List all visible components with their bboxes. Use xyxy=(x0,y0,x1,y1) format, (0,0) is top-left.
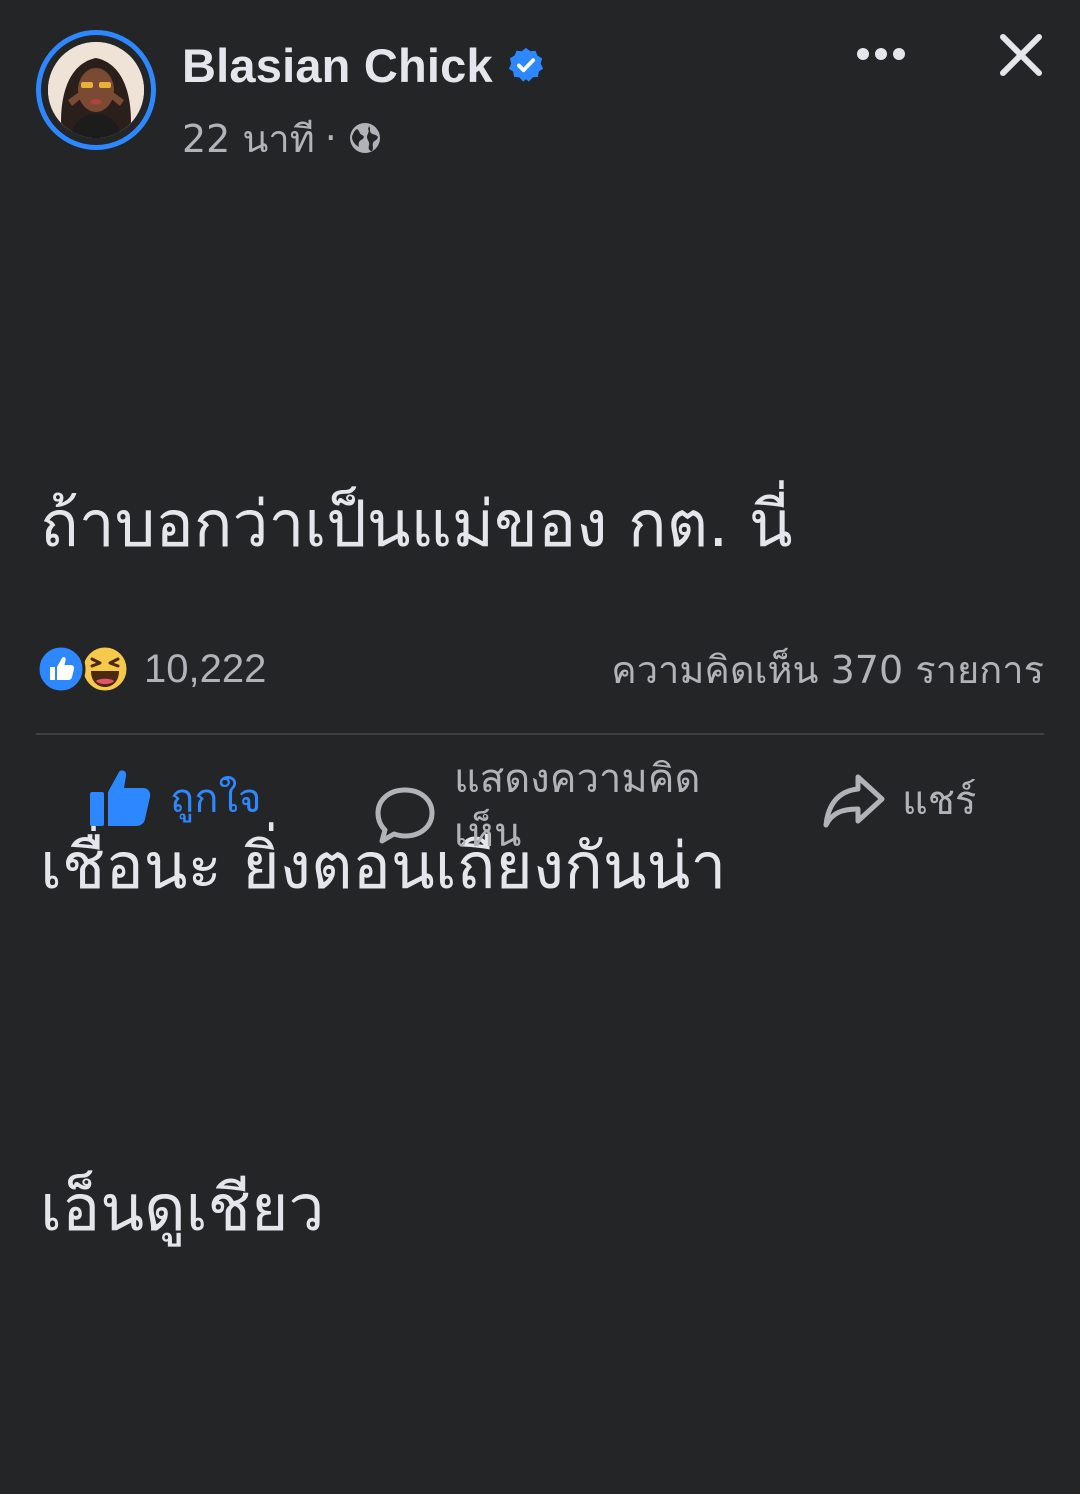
author-name[interactable]: Blasian Chick xyxy=(182,38,493,93)
author-row: Blasian Chick xyxy=(182,30,545,100)
like-label: ถูกใจ xyxy=(170,776,262,822)
share-label: แชร์ xyxy=(902,778,977,824)
post-card: Blasian Chick 22 นาที · ถ้าบอกว่าเป็นแม่… xyxy=(0,0,1080,1246)
like-button[interactable]: ถูกใจ xyxy=(88,766,261,830)
globe-icon xyxy=(349,123,380,153)
reaction-count: 10,222 xyxy=(144,646,267,691)
close-icon xyxy=(1000,34,1042,76)
like-reaction-icon xyxy=(36,644,86,694)
thumbs-up-icon xyxy=(90,770,151,826)
share-icon xyxy=(823,774,885,828)
share-button[interactable]: แชร์ xyxy=(822,768,976,832)
author-avatar[interactable] xyxy=(36,30,156,150)
post-text-line: ถ้าบอกว่าเป็นแม่ของ กต. นี่ xyxy=(40,488,793,562)
verified-badge-icon xyxy=(508,47,543,82)
avatar-image xyxy=(48,42,144,138)
post-text-line: เอ็นดูเชียว xyxy=(40,1172,325,1246)
reactions-summary[interactable]: 10,222 xyxy=(36,640,266,698)
comment-label: แสดงความคิดเห็น xyxy=(454,756,701,856)
haha-reaction-icon xyxy=(80,644,130,694)
comment-button[interactable]: แสดงความคิดเห็น xyxy=(374,752,724,860)
divider xyxy=(36,733,1044,735)
post-timestamp[interactable]: 22 นาที xyxy=(182,108,315,169)
post-text: ถ้าบอกว่าเป็นแม่ของ กต. นี่ เชื่อนะ ยิ่ง… xyxy=(40,240,1040,1494)
more-horizontal-icon xyxy=(857,48,905,60)
post-meta: 22 นาที · xyxy=(182,112,383,164)
close-button[interactable] xyxy=(990,24,1052,86)
comment-icon xyxy=(375,787,435,844)
meta-separator: · xyxy=(324,116,337,160)
more-options-button[interactable] xyxy=(848,34,914,74)
comments-count[interactable]: ความคิดเห็น 370 รายการ xyxy=(611,640,1044,698)
